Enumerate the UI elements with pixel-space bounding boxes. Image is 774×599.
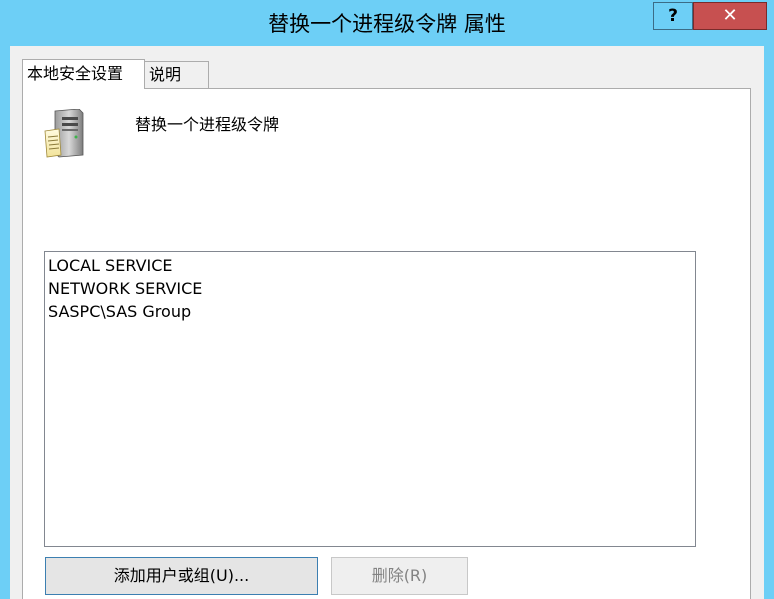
add-user-or-group-button[interactable]: 添加用户或组(U)...	[45, 557, 318, 595]
close-icon: ✕	[722, 5, 738, 26]
tab-panel: 替换一个进程级令牌 LOCAL SERVICE NETWORK SERVICE …	[22, 88, 751, 599]
tab-explain[interactable]: 说明	[144, 61, 209, 88]
dialog-client-area: 本地安全设置 说明 替换一个进程级令牌 LOCAL SERVICE NETWOR…	[10, 46, 764, 599]
close-button[interactable]: ✕	[693, 2, 767, 30]
properties-dialog: 替换一个进程级令牌 属性 ? ✕ 本地安全设置 说明 替换一个进程级令牌 LOC…	[0, 0, 774, 599]
help-button[interactable]: ?	[653, 2, 693, 30]
list-item[interactable]: LOCAL SERVICE	[48, 254, 692, 277]
account-list[interactable]: LOCAL SERVICE NETWORK SERVICE SASPC\SAS …	[44, 251, 696, 547]
server-policy-icon	[44, 109, 84, 158]
list-item[interactable]: SASPC\SAS Group	[48, 300, 692, 323]
policy-name: 替换一个进程级令牌	[135, 115, 280, 134]
remove-button[interactable]: 删除(R)	[331, 557, 468, 595]
list-item[interactable]: NETWORK SERVICE	[48, 277, 692, 300]
title-bar[interactable]: 替换一个进程级令牌 属性 ? ✕	[0, 0, 774, 46]
tab-local-security-setting[interactable]: 本地安全设置	[22, 59, 145, 89]
